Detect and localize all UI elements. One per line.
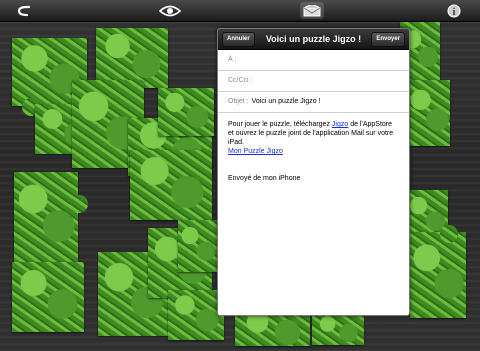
puzzle-piece[interactable] bbox=[168, 290, 224, 340]
puzzle-piece[interactable] bbox=[312, 315, 364, 345]
subject-value: Voici un puzzle Jigzo ! bbox=[251, 98, 321, 105]
to-label: À : bbox=[228, 56, 237, 63]
puzzle-link[interactable]: Mon Puzzle Jigzo bbox=[228, 148, 283, 155]
svg-text:i: i bbox=[453, 7, 456, 18]
subject-field[interactable]: Objet : Voici un puzzle Jigzo ! bbox=[218, 92, 409, 113]
puzzle-piece[interactable] bbox=[130, 150, 212, 220]
puzzle-piece[interactable] bbox=[408, 80, 450, 146]
back-arrow-icon[interactable] bbox=[14, 2, 32, 19]
cc-label: Cc/Cci : bbox=[228, 77, 253, 84]
top-toolbar: i bbox=[0, 0, 480, 22]
mail-compose-sheet: Voici un puzzle Jigzo ! Annuler Envoyer … bbox=[217, 28, 410, 316]
signature: Envoyé de mon iPhone bbox=[228, 175, 301, 182]
subject-label: Objet : bbox=[228, 98, 249, 105]
mail-nav-bar: Voici un puzzle Jigzo ! Annuler Envoyer bbox=[218, 29, 409, 50]
puzzle-piece[interactable] bbox=[178, 220, 218, 272]
puzzle-piece[interactable] bbox=[96, 28, 168, 88]
cancel-button[interactable]: Annuler bbox=[222, 32, 255, 47]
mail-envelope-icon[interactable] bbox=[300, 2, 324, 19]
jigzo-link[interactable]: Jigzo bbox=[332, 121, 348, 128]
eye-icon[interactable] bbox=[158, 2, 182, 19]
info-icon[interactable]: i bbox=[446, 2, 462, 19]
puzzle-piece[interactable] bbox=[235, 312, 310, 346]
puzzle-piece[interactable] bbox=[158, 88, 214, 136]
body-text-intro: Pour jouer le puzzle, téléchargez bbox=[228, 121, 332, 128]
cc-field[interactable]: Cc/Cci : bbox=[218, 71, 409, 92]
to-field[interactable]: À : bbox=[218, 50, 409, 71]
send-button[interactable]: Envoyer bbox=[371, 32, 405, 47]
puzzle-piece[interactable] bbox=[410, 232, 466, 318]
puzzle-piece[interactable] bbox=[14, 172, 78, 262]
puzzle-piece[interactable] bbox=[12, 262, 84, 332]
puzzle-piece-knob bbox=[440, 225, 458, 243]
puzzle-piece-knob bbox=[70, 195, 88, 213]
mail-body[interactable]: Pour jouer le puzzle, téléchargez Jigzo … bbox=[218, 113, 409, 190]
